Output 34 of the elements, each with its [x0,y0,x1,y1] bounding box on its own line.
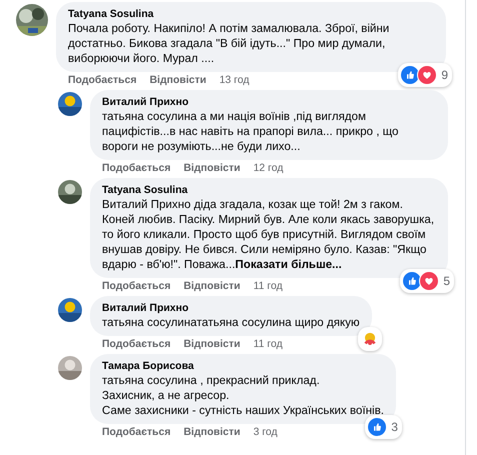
timestamp[interactable]: 11 год [253,338,282,351]
author-name[interactable]: Виталий Прихно [102,95,436,109]
timestamp[interactable]: 12 год [253,162,284,175]
reply-link[interactable]: Відповісти [150,74,206,87]
timestamp[interactable]: 13 год [219,74,250,87]
like-link[interactable]: Подобається [102,162,171,175]
author-name[interactable]: Tatyana Sosulina [102,183,436,197]
author-name[interactable]: Виталий Прихно [102,301,360,315]
reply-link[interactable]: Відповісти [184,338,240,351]
like-link[interactable]: Подобається [102,338,171,351]
like-link[interactable]: Подобається [68,74,137,87]
reactions-badge[interactable]: 3 [365,415,402,439]
timestamp[interactable]: 11 год [253,280,282,293]
comment-text: Саме захисники - сутність наших Українських воїнів. [102,403,384,418]
reply-link[interactable]: Відповісти [184,162,240,175]
reply-link[interactable]: Відповісти [184,280,240,293]
comment-text: Виталий Прихно діда згадала, козак ще той! 2м з гаком. Коней любив. Пасіку. Мирний був. Але коли якась заворушка, то його кликали. Просто щоб був присутній. Виглядом своїм внушав довіру. Не бився. Сили неміряно було. Казав: "Якщо вдарю - вб'ю!". Поважа...Показати більше... [102,197,436,272]
comment-text: Почала роботу. Накипіло! А потім замалювала. Зброї, війни достатньо. Бикова згадала "В бій ідуть..." Про мир думали, виборюючи його. Мурал .... [68,21,390,66]
comment-text: татьяна сосулина а ми нація воїнів ,під виглядом пацифістів...в нас навіть на прапорі вила... прикро , що вороги не розуміють...не буди лихо... [102,109,400,154]
like-link[interactable]: Подобається [102,426,171,439]
author-name[interactable]: Тамара Борисова [102,359,384,373]
comment-text: Захисник, а не агресор. [102,388,230,403]
reactions-badge[interactable]: 5 [400,269,454,293]
author-name[interactable]: Tatyana Sosulina [68,7,434,21]
reaction-count: 3 [391,420,398,434]
timestamp[interactable]: 3 год [253,426,278,439]
reaction-count: 9 [441,68,448,82]
see-more-link[interactable]: Показати більше... [235,258,342,271]
reactions-badge[interactable]: 9 [398,63,452,87]
reply-link[interactable]: Відповісти [184,426,240,439]
like-link[interactable]: Подобається [102,280,171,293]
comment-text: татьяна сосулинататьяна сосулина щиро дякую [102,315,360,330]
reaction-count: 5 [443,274,450,288]
comment-text: татьяна сосулина , прекрасний приклад. [102,373,321,388]
